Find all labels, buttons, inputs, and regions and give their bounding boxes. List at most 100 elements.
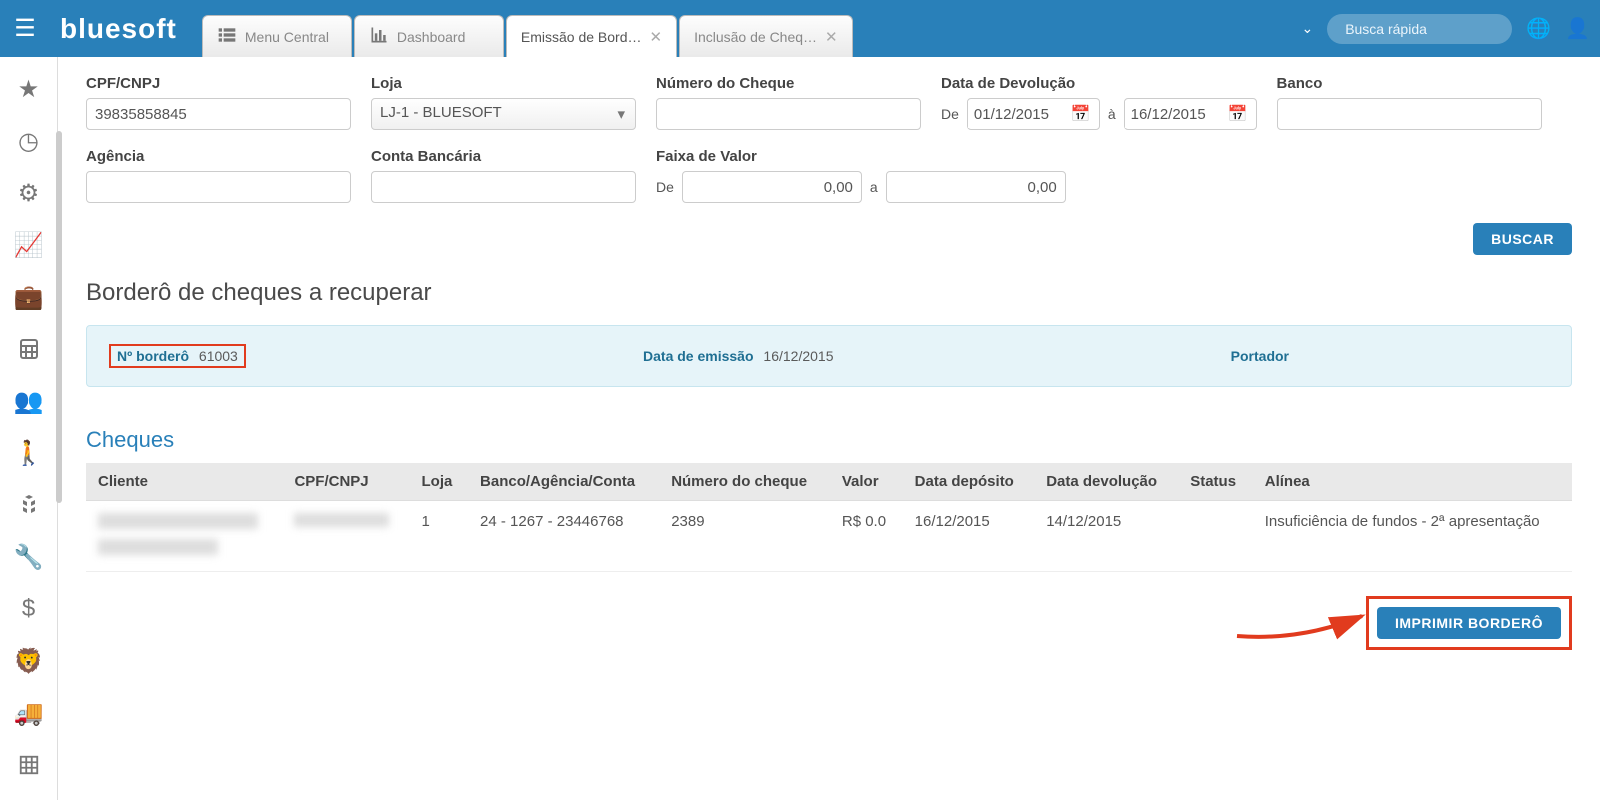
data-devolucao-label: Data de Devolução <box>941 75 1257 92</box>
table-header-row: Cliente CPF/CNPJ Loja Banco/Agência/Cont… <box>86 463 1572 501</box>
sidebar-person-icon[interactable]: 🚶 <box>0 427 57 479</box>
emissao-value: 16/12/2015 <box>763 348 833 364</box>
sidebar-users-icon[interactable]: 👥 <box>0 375 57 427</box>
globe-icon[interactable]: 🌐 <box>1526 16 1551 41</box>
th-alinea: Alínea <box>1253 463 1572 501</box>
section-title: Borderô de cheques a recuperar <box>86 279 1572 307</box>
th-cpf: CPF/CNPJ <box>282 463 409 501</box>
header-right: ⌄ 🌐 👤 <box>1301 14 1590 44</box>
sidebar-clock-icon[interactable]: ◷ <box>0 115 57 167</box>
annotation-arrow <box>1232 591 1372 651</box>
numero-cheque-label: Número do Cheque <box>656 75 921 92</box>
calendar-icon[interactable]: 📅 <box>1220 104 1256 124</box>
date-to-field[interactable] <box>1125 101 1220 128</box>
sidebar-chart-icon[interactable]: 📈 <box>0 219 57 271</box>
cell-devolucao: 14/12/2015 <box>1034 501 1178 572</box>
tab-bar: Menu Central Dashboard Emissão de Bord… … <box>202 0 853 57</box>
user-icon[interactable]: 👤 <box>1565 16 1590 41</box>
valor-de-input[interactable] <box>682 171 862 203</box>
tab-inclusao-cheques[interactable]: Inclusão de Cheq… ✕ <box>679 15 853 57</box>
sidebar-briefcase-icon[interactable]: 💼 <box>0 271 57 323</box>
th-status: Status <box>1178 463 1253 501</box>
tab-emissao-bordero[interactable]: Emissão de Bord… ✕ <box>506 15 677 57</box>
cell-loja: 1 <box>410 501 469 572</box>
th-devolucao: Data devolução <box>1034 463 1178 501</box>
cell-numero: 2389 <box>659 501 830 572</box>
sidebar-gear-icon[interactable]: ⚙ <box>0 167 57 219</box>
th-valor: Valor <box>830 463 903 501</box>
close-icon[interactable]: ✕ <box>650 28 663 46</box>
sidebar-truck-icon[interactable]: 🚚 <box>0 687 57 739</box>
th-deposito: Data depósito <box>903 463 1035 501</box>
date-to-input[interactable]: 📅 <box>1124 98 1257 130</box>
sidebar-wrench-icon[interactable]: 🔧 <box>0 531 57 583</box>
list-icon <box>217 25 237 48</box>
cpf-input[interactable] <box>86 98 351 130</box>
hamburger-icon[interactable]: ☰ <box>10 14 40 43</box>
loja-select[interactable]: LJ-1 - BLUESOFT <box>371 98 636 130</box>
conta-label: Conta Bancária <box>371 148 636 165</box>
cell-banco: 24 - 1267 - 23446768 <box>468 501 659 572</box>
cell-deposito: 16/12/2015 <box>903 501 1035 572</box>
faixa-valor-label: Faixa de Valor <box>656 148 1066 165</box>
main-content: CPF/CNPJ Loja LJ-1 - BLUESOFT Número do … <box>58 57 1600 668</box>
cell-cliente <box>86 501 282 572</box>
cell-alinea: Insuficiência de fundos - 2ª apresentaçã… <box>1253 501 1572 572</box>
th-banco: Banco/Agência/Conta <box>468 463 659 501</box>
sidebar-boxes-icon[interactable] <box>0 479 57 531</box>
app-header: ☰ bluesoft Menu Central Dashboard Emissã… <box>0 0 1600 57</box>
agencia-input[interactable] <box>86 171 351 203</box>
chevron-down-icon[interactable]: ⌄ <box>1301 20 1313 37</box>
agencia-label: Agência <box>86 148 351 165</box>
conta-input[interactable] <box>371 171 636 203</box>
sidebar-lion-icon[interactable]: 🦁 <box>0 635 57 687</box>
calendar-icon[interactable]: 📅 <box>1063 104 1099 124</box>
th-loja: Loja <box>410 463 469 501</box>
bordero-value: 61003 <box>199 348 238 364</box>
valor-ate-input[interactable] <box>886 171 1066 203</box>
tab-dashboard[interactable]: Dashboard <box>354 15 504 57</box>
loja-value: LJ-1 - BLUESOFT <box>380 104 502 121</box>
loja-label: Loja <box>371 75 636 92</box>
bordero-number-highlight: Nº borderô 61003 <box>109 344 246 368</box>
banco-input[interactable] <box>1277 98 1542 130</box>
th-cliente: Cliente <box>86 463 282 501</box>
th-numero: Número do cheque <box>659 463 830 501</box>
sidebar-resize-handle[interactable] <box>56 131 62 503</box>
table-row[interactable]: 1 24 - 1267 - 23446768 2389 R$ 0.0 16/12… <box>86 501 1572 572</box>
close-icon[interactable]: ✕ <box>825 28 838 46</box>
date-from-input[interactable]: 📅 <box>967 98 1100 130</box>
imprimir-highlight: IMPRIMIR BORDERÔ <box>1366 596 1572 650</box>
de-label: De <box>941 106 959 122</box>
sidebar: ★ ◷ ⚙ 📈 💼 👥 🚶 🔧 $ 🦁 🚚 <box>0 57 58 800</box>
a-label: à <box>1108 106 1116 122</box>
cpf-label: CPF/CNPJ <box>86 75 351 92</box>
cheques-table: Cliente CPF/CNPJ Loja Banco/Agência/Cont… <box>86 463 1572 572</box>
date-from-field[interactable] <box>968 101 1063 128</box>
logo: bluesoft <box>60 13 177 45</box>
bordero-label: Nº borderô <box>117 348 189 364</box>
sidebar-grid-icon[interactable] <box>0 739 57 791</box>
numero-cheque-input[interactable] <box>656 98 921 130</box>
buscar-button[interactable]: BUSCAR <box>1473 223 1572 255</box>
sidebar-dollar-icon[interactable]: $ <box>0 583 57 635</box>
sidebar-calculator-icon[interactable] <box>0 323 57 375</box>
cell-status <box>1178 501 1253 572</box>
cell-cpf <box>282 501 409 572</box>
bordero-info-bar: Nº borderô 61003 Data de emissão 16/12/2… <box>86 325 1572 387</box>
search-input[interactable] <box>1327 14 1512 44</box>
a-label: a <box>870 179 878 195</box>
cheques-title: Cheques <box>86 427 1572 453</box>
sidebar-favorites-icon[interactable]: ★ <box>0 63 57 115</box>
tab-label: Dashboard <box>397 29 466 45</box>
tab-menu-central[interactable]: Menu Central <box>202 15 352 57</box>
tab-label: Menu Central <box>245 29 329 45</box>
tab-label: Emissão de Bord… <box>521 29 642 45</box>
emissao-label: Data de emissão <box>643 348 754 364</box>
footer-actions: IMPRIMIR BORDERÔ <box>86 596 1572 650</box>
banco-label: Banco <box>1277 75 1542 92</box>
imprimir-bordero-button[interactable]: IMPRIMIR BORDERÔ <box>1377 607 1561 639</box>
filter-form: CPF/CNPJ Loja LJ-1 - BLUESOFT Número do … <box>86 75 1572 203</box>
de-label: De <box>656 179 674 195</box>
tab-label: Inclusão de Cheq… <box>694 29 817 45</box>
